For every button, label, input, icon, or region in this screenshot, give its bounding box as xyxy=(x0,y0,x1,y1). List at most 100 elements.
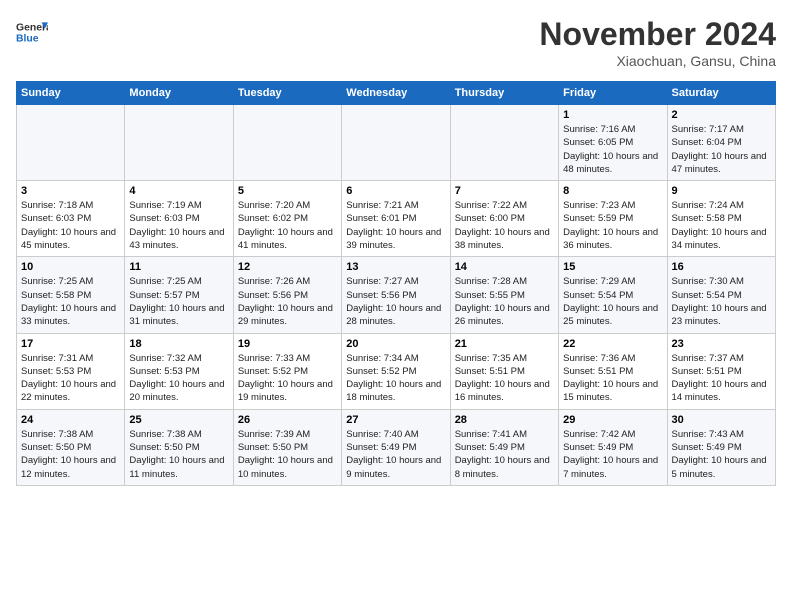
calendar-cell: 24 Sunrise: 7:38 AMSunset: 5:50 PMDayligh… xyxy=(17,409,125,485)
day-number: 11 xyxy=(129,261,228,273)
calendar-cell: 2 Sunrise: 7:17 AMSunset: 6:04 PMDaylight… xyxy=(667,105,775,181)
day-number: 18 xyxy=(129,338,228,350)
day-number: 13 xyxy=(346,261,445,273)
month-title: November 2024 xyxy=(539,16,776,53)
calendar-cell: 9 Sunrise: 7:24 AMSunset: 5:58 PMDaylight… xyxy=(667,181,775,257)
day-number: 19 xyxy=(238,338,337,350)
day-info: Sunrise: 7:28 AMSunset: 5:55 PMDaylight:… xyxy=(455,275,554,328)
day-number: 2 xyxy=(672,109,771,121)
calendar-cell: 8Sunrise: 7:23 AMSunset: 5:59 PMDaylight… xyxy=(559,181,667,257)
day-info: Sunrise: 7:29 AMSunset: 5:54 PMDaylight:… xyxy=(563,275,662,328)
calendar-cell: 27 Sunrise: 7:40 AMSunset: 5:49 PMDayligh… xyxy=(342,409,450,485)
day-number: 9 xyxy=(672,185,771,197)
calendar-cell: 15 Sunrise: 7:29 AMSunset: 5:54 PMDayligh… xyxy=(559,257,667,333)
day-info: Sunrise: 7:24 AMSunset: 5:58 PMDaylight:… xyxy=(672,199,771,252)
title-block: November 2024 Xiaochuan, Gansu, China xyxy=(539,16,776,69)
day-number: 7 xyxy=(455,185,554,197)
day-number: 24 xyxy=(21,414,120,426)
day-info: Sunrise: 7:38 AMSunset: 5:50 PMDaylight:… xyxy=(129,428,228,481)
calendar-cell: 6 Sunrise: 7:21 AMSunset: 6:01 PMDaylight… xyxy=(342,181,450,257)
weekday-header-wednesday: Wednesday xyxy=(342,82,450,105)
day-info: Sunrise: 7:34 AMSunset: 5:52 PMDaylight:… xyxy=(346,352,445,405)
calendar-cell: 26 Sunrise: 7:39 AMSunset: 5:50 PMDayligh… xyxy=(233,409,341,485)
day-number: 17 xyxy=(21,338,120,350)
day-info: Sunrise: 7:22 AMSunset: 6:00 PMDaylight:… xyxy=(455,199,554,252)
day-number: 30 xyxy=(672,414,771,426)
calendar-cell: 7 Sunrise: 7:22 AMSunset: 6:00 PMDaylight… xyxy=(450,181,558,257)
day-info: Sunrise: 7:42 AMSunset: 5:49 PMDaylight:… xyxy=(563,428,662,481)
calendar-table: SundayMondayTuesdayWednesdayThursdayFrid… xyxy=(16,81,776,486)
weekday-header-thursday: Thursday xyxy=(450,82,558,105)
day-info: Sunrise: 7:41 AMSunset: 5:49 PMDaylight:… xyxy=(455,428,554,481)
day-number: 29 xyxy=(563,414,662,426)
weekday-header-friday: Friday xyxy=(559,82,667,105)
day-number: 14 xyxy=(455,261,554,273)
day-number: 23 xyxy=(672,338,771,350)
day-info: Sunrise: 7:27 AMSunset: 5:56 PMDaylight:… xyxy=(346,275,445,328)
calendar-cell: 29 Sunrise: 7:42 AMSunset: 5:49 PMDayligh… xyxy=(559,409,667,485)
day-number: 16 xyxy=(672,261,771,273)
day-number: 22 xyxy=(563,338,662,350)
day-info: Sunrise: 7:18 AMSunset: 6:03 PMDaylight:… xyxy=(21,199,120,252)
weekday-header-sunday: Sunday xyxy=(17,82,125,105)
day-info: Sunrise: 7:20 AMSunset: 6:02 PMDaylight:… xyxy=(238,199,337,252)
day-info: Sunrise: 7:25 AMSunset: 5:57 PMDaylight:… xyxy=(129,275,228,328)
calendar-cell: 1Sunrise: 7:16 AMSunset: 6:05 PMDaylight… xyxy=(559,105,667,181)
calendar-cell: 10Sunrise: 7:25 AMSunset: 5:58 PMDayligh… xyxy=(17,257,125,333)
calendar-cell: 30 Sunrise: 7:43 AMSunset: 5:49 PMDayligh… xyxy=(667,409,775,485)
calendar-cell: 16 Sunrise: 7:30 AMSunset: 5:54 PMDayligh… xyxy=(667,257,775,333)
calendar-cell: 3 Sunrise: 7:18 AMSunset: 6:03 PMDaylight… xyxy=(17,181,125,257)
page-header: General Blue November 2024 Xiaochuan, Ga… xyxy=(16,16,776,69)
calendar-cell xyxy=(233,105,341,181)
logo-icon: General Blue xyxy=(16,16,48,48)
calendar-cell xyxy=(450,105,558,181)
logo: General Blue xyxy=(16,16,48,48)
calendar-cell xyxy=(342,105,450,181)
day-number: 27 xyxy=(346,414,445,426)
day-number: 15 xyxy=(563,261,662,273)
day-info: Sunrise: 7:39 AMSunset: 5:50 PMDaylight:… xyxy=(238,428,337,481)
calendar-cell: 17 Sunrise: 7:31 AMSunset: 5:53 PMDayligh… xyxy=(17,333,125,409)
day-number: 4 xyxy=(129,185,228,197)
svg-text:Blue: Blue xyxy=(16,34,39,45)
weekday-header-tuesday: Tuesday xyxy=(233,82,341,105)
calendar-cell: 18 Sunrise: 7:32 AMSunset: 5:53 PMDayligh… xyxy=(125,333,233,409)
day-info: Sunrise: 7:31 AMSunset: 5:53 PMDaylight:… xyxy=(21,352,120,405)
day-number: 28 xyxy=(455,414,554,426)
day-info: Sunrise: 7:35 AMSunset: 5:51 PMDaylight:… xyxy=(455,352,554,405)
day-info: Sunrise: 7:40 AMSunset: 5:49 PMDaylight:… xyxy=(346,428,445,481)
day-info: Sunrise: 7:37 AMSunset: 5:51 PMDaylight:… xyxy=(672,352,771,405)
calendar-cell: 13 Sunrise: 7:27 AMSunset: 5:56 PMDayligh… xyxy=(342,257,450,333)
calendar-cell: 25 Sunrise: 7:38 AMSunset: 5:50 PMDayligh… xyxy=(125,409,233,485)
day-number: 12 xyxy=(238,261,337,273)
day-number: 5 xyxy=(238,185,337,197)
location: Xiaochuan, Gansu, China xyxy=(539,53,776,69)
day-number: 6 xyxy=(346,185,445,197)
weekday-header-monday: Monday xyxy=(125,82,233,105)
day-number: 25 xyxy=(129,414,228,426)
calendar-cell: 14 Sunrise: 7:28 AMSunset: 5:55 PMDayligh… xyxy=(450,257,558,333)
day-number: 26 xyxy=(238,414,337,426)
day-info: Sunrise: 7:33 AMSunset: 5:52 PMDaylight:… xyxy=(238,352,337,405)
day-info: Sunrise: 7:26 AMSunset: 5:56 PMDaylight:… xyxy=(238,275,337,328)
day-number: 8 xyxy=(563,185,662,197)
calendar-cell: 22 Sunrise: 7:36 AMSunset: 5:51 PMDayligh… xyxy=(559,333,667,409)
day-info: Sunrise: 7:30 AMSunset: 5:54 PMDaylight:… xyxy=(672,275,771,328)
calendar-cell: 28 Sunrise: 7:41 AMSunset: 5:49 PMDayligh… xyxy=(450,409,558,485)
day-info: Sunrise: 7:43 AMSunset: 5:49 PMDaylight:… xyxy=(672,428,771,481)
day-number: 21 xyxy=(455,338,554,350)
calendar-cell: 21 Sunrise: 7:35 AMSunset: 5:51 PMDayligh… xyxy=(450,333,558,409)
day-number: 3 xyxy=(21,185,120,197)
day-info: Sunrise: 7:17 AMSunset: 6:04 PMDaylight:… xyxy=(672,123,771,176)
calendar-cell: 23 Sunrise: 7:37 AMSunset: 5:51 PMDayligh… xyxy=(667,333,775,409)
calendar-cell: 19 Sunrise: 7:33 AMSunset: 5:52 PMDayligh… xyxy=(233,333,341,409)
day-info: Sunrise: 7:21 AMSunset: 6:01 PMDaylight:… xyxy=(346,199,445,252)
day-info: Sunrise: 7:36 AMSunset: 5:51 PMDaylight:… xyxy=(563,352,662,405)
day-info: Sunrise: 7:38 AMSunset: 5:50 PMDaylight:… xyxy=(21,428,120,481)
weekday-header-saturday: Saturday xyxy=(667,82,775,105)
day-info: Sunrise: 7:32 AMSunset: 5:53 PMDaylight:… xyxy=(129,352,228,405)
calendar-cell xyxy=(125,105,233,181)
calendar-cell: 4Sunrise: 7:19 AMSunset: 6:03 PMDaylight… xyxy=(125,181,233,257)
calendar-cell: 20Sunrise: 7:34 AMSunset: 5:52 PMDayligh… xyxy=(342,333,450,409)
calendar-cell xyxy=(17,105,125,181)
